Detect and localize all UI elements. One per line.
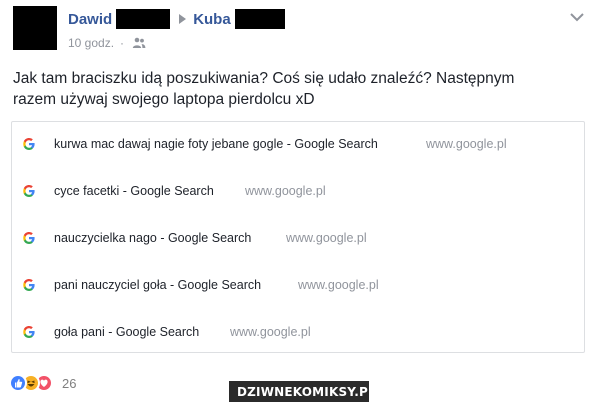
history-title[interactable]: cyce facetki - Google Search xyxy=(54,184,214,198)
friends-icon[interactable] xyxy=(132,37,146,49)
like-icon xyxy=(9,374,27,392)
redacted-surname xyxy=(116,9,171,29)
post-timestamp[interactable]: 10 godz. xyxy=(68,36,114,50)
separator-dot: · xyxy=(120,36,125,50)
history-url: www.google.pl xyxy=(298,278,379,292)
author-name[interactable]: Dawid xyxy=(68,11,112,28)
history-title[interactable]: kurwa mac dawaj nagie foty jebane gogle … xyxy=(54,137,378,151)
post-text: Jak tam braciszku idą poszukiwania? Coś … xyxy=(13,68,588,110)
history-url: www.google.pl xyxy=(230,325,311,339)
reaction-count[interactable]: 26 xyxy=(62,376,76,391)
google-icon xyxy=(22,325,36,339)
watermark-logo: DZIWNEKOMIKSY.PL xyxy=(229,381,376,402)
recipient-name[interactable]: Kuba xyxy=(193,11,231,28)
google-icon xyxy=(22,231,36,245)
redacted-surname xyxy=(234,9,285,29)
google-icon xyxy=(22,184,36,198)
history-title[interactable]: nauczycielka nago - Google Search xyxy=(54,231,251,245)
reactions-bar[interactable]: 26 xyxy=(9,374,76,392)
google-icon xyxy=(22,137,36,151)
post-text-line: Jak tam braciszku idą poszukiwania? Coś … xyxy=(13,70,515,87)
avatar[interactable] xyxy=(13,6,57,50)
history-title[interactable]: pani nauczyciel goła - Google Search xyxy=(54,278,261,292)
history-url: www.google.pl xyxy=(286,231,367,245)
history-url: www.google.pl xyxy=(426,137,507,151)
arrow-right-icon xyxy=(179,14,187,24)
chevron-down-icon[interactable] xyxy=(569,10,585,22)
history-item[interactable]: kurwa mac dawaj nagie foty jebane gogle … xyxy=(12,134,584,154)
watermark-text: DZIWNEKOMIKSY.PL xyxy=(237,384,376,399)
search-history-card: kurwa mac dawaj nagie foty jebane gogle … xyxy=(11,121,585,353)
history-item[interactable]: cyce facetki - Google Search www.google.… xyxy=(12,181,584,201)
history-title[interactable]: goła pani - Google Search xyxy=(54,325,199,339)
post-text-line: razem używaj swojego laptopa pierdolcu x… xyxy=(13,91,315,108)
history-item[interactable]: goła pani - Google Search www.google.pl xyxy=(12,322,584,342)
history-item[interactable]: pani nauczyciel goła - Google Search www… xyxy=(12,275,584,295)
history-item[interactable]: nauczycielka nago - Google Search www.go… xyxy=(12,228,584,248)
post-header: Dawid Kuba xyxy=(68,8,285,30)
post-meta: 10 godz. · xyxy=(68,36,146,50)
history-url: www.google.pl xyxy=(245,184,326,198)
google-icon xyxy=(22,278,36,292)
